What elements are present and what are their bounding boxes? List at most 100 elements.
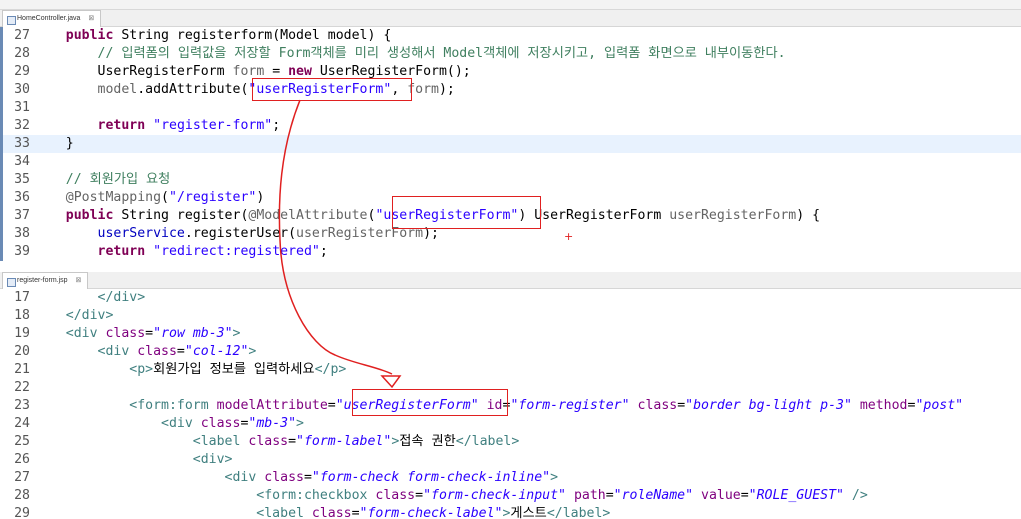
code-token: ) bbox=[256, 190, 265, 205]
code-token: value bbox=[701, 488, 741, 503]
tab-home-controller[interactable]: HomeController.java ⊠ bbox=[2, 10, 102, 27]
code-token: = bbox=[303, 470, 312, 485]
jsp-file-icon bbox=[7, 278, 16, 287]
code-token: = bbox=[264, 64, 289, 79]
code-line[interactable]: 23 <form:form modelAttribute="userRegist… bbox=[0, 397, 1021, 415]
code-line[interactable]: 26 <div> bbox=[0, 451, 1021, 469]
code-text: <label class="form-label">접속 권한</label> bbox=[34, 433, 520, 451]
code-token: </div> bbox=[34, 308, 114, 323]
code-token: @PostMapping bbox=[65, 190, 162, 205]
code-token: return bbox=[97, 244, 146, 259]
code-line[interactable]: 35 // 회원가입 요청 bbox=[0, 171, 1021, 189]
code-text: <div class="col-12"> bbox=[34, 343, 257, 361]
code-token: = bbox=[677, 398, 686, 413]
code-line[interactable]: 34 bbox=[0, 153, 1021, 171]
line-number: 28 bbox=[14, 46, 30, 61]
code-token: "form-check-input" bbox=[423, 488, 566, 503]
line-number: 17 bbox=[14, 290, 30, 305]
code-token: > bbox=[296, 416, 304, 431]
code-token: // 입력폼의 입력값을 저장할 Form객체를 미리 생성해서 Model객체… bbox=[97, 46, 786, 61]
code-token: = bbox=[176, 344, 185, 359]
code-token: <div bbox=[34, 344, 138, 359]
code-line[interactable]: 29 UserRegisterForm form = new UserRegis… bbox=[0, 63, 1021, 81]
code-line[interactable]: 39 return "redirect:registered"; bbox=[0, 243, 1021, 261]
code-token: class bbox=[248, 434, 289, 449]
code-line[interactable]: 28 <form:checkbox class="form-check-inpu… bbox=[0, 487, 1021, 505]
code-line[interactable]: 29 <label class="form-check-label">게스트</… bbox=[0, 505, 1021, 519]
code-line[interactable]: 21 <p>회원가입 정보를 입력하세요</p> bbox=[0, 361, 1021, 379]
code-token: class bbox=[264, 470, 304, 485]
code-token: "border bg-light p-3" bbox=[685, 398, 852, 413]
code-token: "form-check-label" bbox=[359, 506, 503, 519]
code-line[interactable]: 25 <label class="form-label">접속 권한</labe… bbox=[0, 433, 1021, 451]
code-token: path bbox=[573, 488, 606, 503]
code-text: userService.registerUser(userRegisterFor… bbox=[34, 225, 439, 243]
code-text: <div class="form-check form-check-inline… bbox=[34, 469, 559, 487]
line-number: 27 bbox=[14, 470, 30, 485]
jsp-editor-pane[interactable]: register-form.jsp ⊠ 17 </div> 18 </div> 19… bbox=[0, 272, 1021, 519]
code-text: <div class="mb-3"> bbox=[34, 415, 304, 433]
code-token: UserRegisterForm(); bbox=[311, 64, 471, 79]
line-number: 24 bbox=[14, 416, 30, 431]
close-icon[interactable]: ⊠ bbox=[76, 277, 82, 284]
code-token: class bbox=[137, 344, 177, 359]
code-token: "mb-3" bbox=[248, 416, 297, 431]
code-token: </label> bbox=[455, 434, 520, 449]
code-token: method bbox=[859, 398, 908, 413]
highlight-box-jsp-model-attribute bbox=[352, 389, 508, 416]
code-text: public String registerform(Model model) … bbox=[34, 27, 392, 45]
code-text: <form:checkbox class="form-check-input" … bbox=[34, 487, 867, 505]
code-line[interactable]: 33 } bbox=[0, 135, 1021, 153]
code-token: String register( bbox=[113, 208, 249, 223]
tab-register-form[interactable]: register-form.jsp ⊠ bbox=[2, 272, 89, 289]
code-line[interactable]: 19 <div class="row mb-3"> bbox=[0, 325, 1021, 343]
java-file-icon bbox=[7, 16, 16, 25]
code-token: <form:form bbox=[34, 398, 217, 413]
code-line[interactable]: 31 bbox=[0, 99, 1021, 117]
code-line[interactable]: 28 // 입력폼의 입력값을 저장할 Form객체를 미리 생성해서 Mode… bbox=[0, 45, 1021, 63]
code-line[interactable]: 18 </div> bbox=[0, 307, 1021, 325]
code-line[interactable]: 32 return "register-form"; bbox=[0, 117, 1021, 135]
close-icon[interactable]: ⊠ bbox=[88, 15, 94, 22]
code-line[interactable]: 30 model.addAttribute("userRegisterForm"… bbox=[0, 81, 1021, 99]
code-line[interactable]: 22 bbox=[0, 379, 1021, 397]
line-number: 22 bbox=[14, 380, 30, 395]
code-line[interactable]: 27 <div class="form-check form-check-inl… bbox=[0, 469, 1021, 487]
code-token: } bbox=[34, 136, 74, 151]
code-token: = bbox=[351, 506, 360, 519]
code-token: return bbox=[97, 118, 146, 133]
code-line[interactable]: 24 <div class="mb-3"> bbox=[0, 415, 1021, 433]
code-token: String registerform(Model model) { bbox=[113, 28, 392, 43]
code-text: // 입력폼의 입력값을 저장할 Form객체를 미리 생성해서 Model객체… bbox=[34, 45, 786, 63]
code-text: </div> bbox=[34, 289, 146, 307]
line-number: 35 bbox=[14, 172, 30, 187]
code-line[interactable]: 27 public String registerform(Model mode… bbox=[0, 27, 1021, 45]
line-number: 21 bbox=[14, 362, 30, 377]
line-number: 29 bbox=[14, 506, 30, 519]
code-token: "post" bbox=[915, 398, 964, 413]
code-token: "form-register" bbox=[510, 398, 630, 413]
code-token: > bbox=[232, 326, 241, 341]
code-token: class bbox=[311, 506, 352, 519]
editor-tab-bar: HomeController.java ⊠ bbox=[0, 10, 1021, 27]
highlight-box-model-attribute bbox=[392, 196, 541, 229]
line-number: 30 bbox=[14, 82, 30, 97]
code-token: > bbox=[550, 470, 559, 485]
code-token: = bbox=[415, 488, 424, 503]
code-line[interactable]: 17 </div> bbox=[0, 289, 1021, 307]
code-token: = bbox=[605, 488, 614, 503]
code-text: </div> bbox=[34, 307, 114, 325]
code-line[interactable]: 20 <div class="col-12"> bbox=[0, 343, 1021, 361]
line-number: 19 bbox=[14, 326, 30, 341]
code-token: model bbox=[97, 82, 138, 97]
